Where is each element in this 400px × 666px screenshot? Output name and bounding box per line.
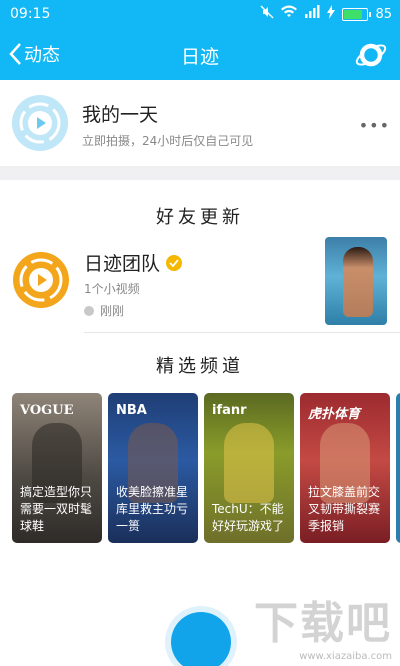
verified-icon [166,254,183,271]
my-day-row[interactable]: 我的一天 立即拍摄，24小时后仅自己可见 ••• [0,80,400,166]
friend-name-row: 日迹团队 [84,249,183,276]
my-day-subtitle: 立即拍摄，24小时后仅自己可见 [82,134,254,148]
friends-section-title: 好友更新 [156,207,244,228]
post-time: 刚刚 [84,302,124,319]
channel-caption: 收美脸擦准星 库里救主功亏一篑 [116,485,189,533]
channel-carousel[interactable]: VOGUE 搞定造型你只需要一双时髦球鞋 NBA 收美脸擦准星 库里救主功亏一篑… [12,393,400,543]
battery-fill [344,9,363,19]
thumbnail-figure [343,247,373,317]
record-button[interactable] [171,612,231,666]
status-time: 09:15 [10,6,51,22]
card-image [224,423,274,503]
watermark-logo: 下载吧 [254,598,392,649]
post-time-label: 刚刚 [100,304,125,318]
camera-play-icon [12,95,68,151]
channel-caption: 搞定造型你只需要一双时髦球鞋 [20,485,93,533]
friend-name: 日迹团队 [84,253,161,275]
mute-icon [260,5,274,23]
divider [84,332,400,333]
channel-card-nba[interactable]: NBA 收美脸擦准星 库里救主功亏一篑 [108,393,198,543]
channel-brand: NBA [116,403,147,418]
planet-icon[interactable] [354,39,388,75]
more-options-button[interactable]: ••• [359,116,390,135]
channel-brand: VOGUE [20,403,74,418]
video-count: 1个小视频 [84,282,140,296]
channel-caption: TechU：不能好好玩游戏了 [212,502,285,533]
page-title: 日迹 [180,46,219,68]
nav-bar: 动态 日迹 [0,30,400,80]
channel-card-partial[interactable] [396,393,400,543]
battery-icon [342,7,372,21]
channel-card-hupu[interactable]: 虎扑体育 拉文膝盖前交叉韧带撕裂赛季报销 [300,393,390,543]
video-thumbnail[interactable] [325,237,387,325]
section-gap [0,166,400,180]
battery-percent: 85 [375,6,392,22]
channel-caption: 拉文膝盖前交叉韧带撕裂赛季报销 [308,485,381,533]
avatar [13,252,69,308]
wifi-icon [281,5,298,23]
channel-card-ifanr[interactable]: ifanr TechU：不能好好玩游戏了 [204,393,294,543]
status-icons: 85 [260,5,392,23]
signal-icon [304,5,320,23]
friend-feed-item[interactable]: 日迹团队 1个小视频 刚刚 [0,232,400,332]
watermark-url: www.xiazaiba.com [299,651,392,662]
status-dot-icon [84,305,94,316]
watermark: 下载吧 www.xiazaiba.com [254,587,392,662]
channel-brand: 虎扑体育 [308,407,361,422]
status-bar: 09:15 85 [0,0,400,30]
channel-brand: ifanr [212,403,247,418]
my-day-title: 我的一天 [82,104,159,126]
channel-card-vogue[interactable]: VOGUE 搞定造型你只需要一双时髦球鞋 [12,393,102,543]
channels-section-title: 精选频道 [156,356,244,377]
charging-icon [327,5,336,23]
